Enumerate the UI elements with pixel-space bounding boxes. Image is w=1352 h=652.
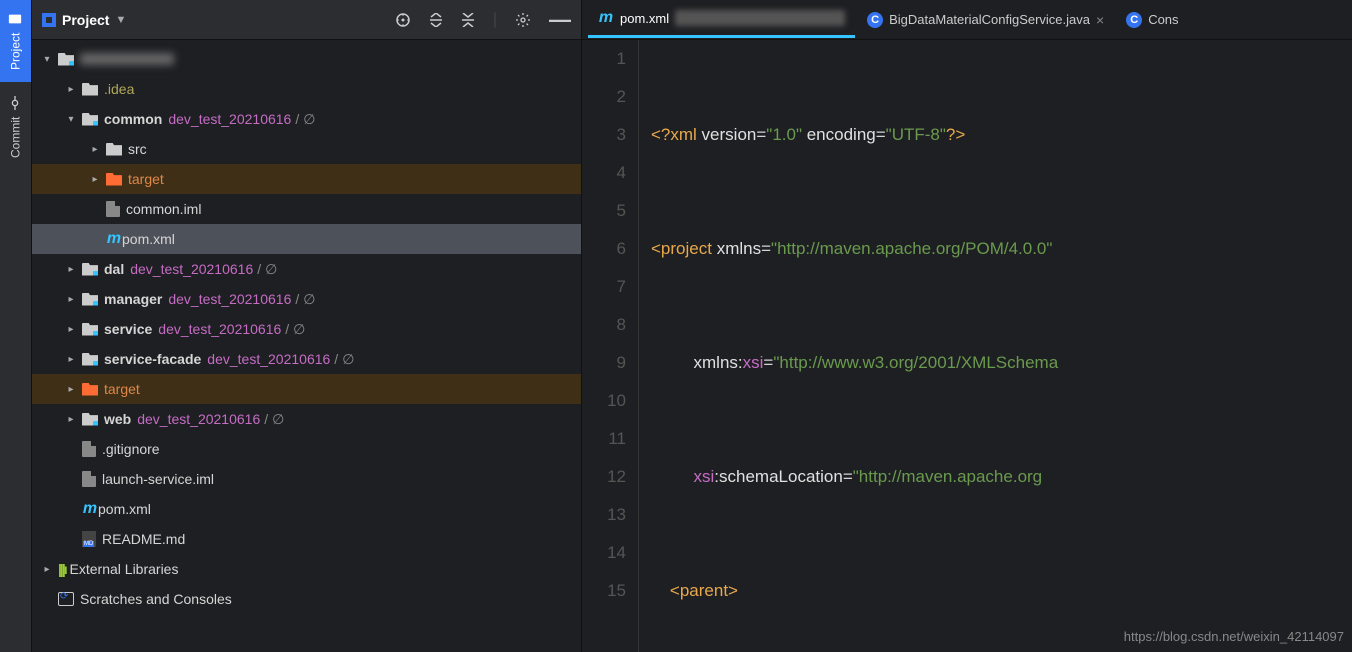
maven-icon: m <box>598 9 614 27</box>
class-icon: C <box>1126 12 1142 28</box>
module-icon <box>82 413 98 426</box>
tree-launch-iml[interactable]: launch-service.iml <box>32 464 581 494</box>
project-view-select[interactable]: Project ▼ <box>42 12 126 28</box>
select-opened-icon[interactable] <box>395 12 411 28</box>
tree-node-common-iml[interactable]: common.iml <box>32 194 581 224</box>
tree-node-target-root[interactable]: ▸target <box>32 374 581 404</box>
module-icon <box>58 53 74 66</box>
close-icon[interactable]: × <box>1096 12 1104 28</box>
module-icon <box>82 263 98 276</box>
folder-icon <box>82 383 98 396</box>
gear-icon[interactable] <box>515 12 531 28</box>
class-icon: C <box>867 12 883 28</box>
commit-rail-label: Commit <box>9 116 23 157</box>
rail-commit-button[interactable]: Commit <box>0 82 31 172</box>
maven-icon: m <box>82 500 98 518</box>
tree-node-src[interactable]: ▸src <box>32 134 581 164</box>
project-panel: Project ▼ | — ▾xx ▸.idea ▾commondev_test… <box>32 0 582 652</box>
chevron-down-icon: ▼ <box>115 14 126 26</box>
tree-node-common[interactable]: ▾commondev_test_20210616/∅ <box>32 104 581 134</box>
module-icon <box>82 113 98 126</box>
code-body[interactable]: <?xml version="1.0" encoding="UTF-8"?> <… <box>639 40 1352 652</box>
tree-gitignore[interactable]: .gitignore <box>32 434 581 464</box>
folder-icon <box>9 12 23 26</box>
left-tool-rail: Project Commit <box>0 0 32 652</box>
scratches-icon <box>58 592 74 606</box>
module-icon <box>82 323 98 336</box>
maven-icon: m <box>106 230 122 248</box>
tree-node-idea[interactable]: ▸.idea <box>32 74 581 104</box>
project-rail-label: Project <box>9 32 23 69</box>
tab-cons[interactable]: CCons <box>1116 2 1188 38</box>
tree-node-service-facade[interactable]: ▸service-facadedev_test_20210616/∅ <box>32 344 581 374</box>
collapse-all-icon[interactable] <box>461 13 475 27</box>
editor-tabs: mpom.xml CBigDataMaterialConfigService.j… <box>582 0 1352 40</box>
tree-readme[interactable]: README.md <box>32 524 581 554</box>
tree-external-libs[interactable]: ▸|||ı External Libraries <box>32 554 581 584</box>
folder-icon <box>106 173 122 186</box>
file-icon <box>82 441 96 457</box>
markdown-icon <box>82 531 96 547</box>
tree-node-service[interactable]: ▸servicedev_test_20210616/∅ <box>32 314 581 344</box>
tree-node-dal[interactable]: ▸daldev_test_20210616/∅ <box>32 254 581 284</box>
hide-icon[interactable]: — <box>549 7 571 33</box>
tree-scratches[interactable]: Scratches and Consoles <box>32 584 581 614</box>
project-icon <box>42 13 56 27</box>
tree-root[interactable]: ▾xx <box>32 44 581 74</box>
tab-java[interactable]: CBigDataMaterialConfigService.java× <box>857 2 1114 38</box>
tree-root-pom[interactable]: mpom.xml <box>32 494 581 524</box>
project-title: Project <box>62 12 109 28</box>
project-panel-header: Project ▼ | — <box>32 0 581 40</box>
folder-icon <box>106 143 122 156</box>
file-icon <box>106 201 120 217</box>
tree-node-manager[interactable]: ▸managerdev_test_20210616/∅ <box>32 284 581 314</box>
module-icon <box>82 293 98 306</box>
file-icon <box>82 471 96 487</box>
expand-all-icon[interactable] <box>429 13 443 27</box>
folder-icon <box>82 83 98 96</box>
library-icon: |||ı <box>58 561 66 577</box>
editor: mpom.xml CBigDataMaterialConfigService.j… <box>582 0 1352 652</box>
code-editor[interactable]: 123456789101112131415 m↑ ⊟⊟⊟⊟ <?xml vers… <box>582 40 1352 652</box>
commit-icon <box>9 96 23 110</box>
line-gutter: 123456789101112131415 m↑ ⊟⊟⊟⊟ <box>582 40 638 652</box>
watermark: https://blog.csdn.net/weixin_42114097 <box>1124 629 1344 644</box>
module-icon <box>82 353 98 366</box>
tab-pom[interactable]: mpom.xml <box>588 2 855 38</box>
rail-project-button[interactable]: Project <box>0 0 31 82</box>
tree-node-web[interactable]: ▸webdev_test_20210616/∅ <box>32 404 581 434</box>
project-tree: ▾xx ▸.idea ▾commondev_test_20210616/∅ ▸s… <box>32 40 581 652</box>
tree-node-common-pom[interactable]: mpom.xml <box>32 224 581 254</box>
tree-node-target-common[interactable]: ▸target <box>32 164 581 194</box>
